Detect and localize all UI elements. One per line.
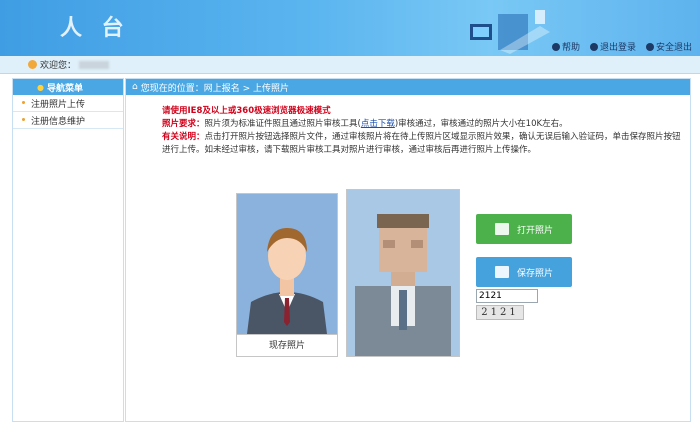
sidebar: ● 导航菜单 注册照片上传 注册信息维护 xyxy=(12,78,124,422)
breadcrumb-text: 您现在的位置：网上报名 > 上传照片 xyxy=(140,83,289,94)
safe-exit-link[interactable]: 安全退出 xyxy=(645,40,692,53)
sidebar-item-info-maintenance[interactable]: 注册信息维护 xyxy=(13,112,123,129)
folder-icon xyxy=(494,223,509,235)
existing-photo-caption: 现存照片 xyxy=(237,334,337,357)
help-link[interactable]: 帮助 xyxy=(551,40,580,53)
pixelated-portrait-icon xyxy=(347,190,459,356)
user-icon xyxy=(28,60,37,69)
notice-block: 请使用IE8及以上或360极速浏览器极速模式 照片要求：照片须为标准证件照且通过… xyxy=(162,105,682,157)
header-links: 帮助 退出登录 安全退出 xyxy=(551,40,692,53)
logout-link[interactable]: 退出登录 xyxy=(589,40,636,53)
welcome-bar: 欢迎您： xyxy=(0,56,700,74)
sidebar-item-label: 注册照片上传 xyxy=(31,99,86,110)
save-photo-label: 保存照片 xyxy=(516,268,553,279)
banner-illustration xyxy=(470,10,550,54)
requirements-label: 照片要求： xyxy=(162,119,205,129)
star-icon: ● xyxy=(37,82,44,92)
breadcrumb: ⌂ 您现在的位置：网上报名 > 上传照片 xyxy=(126,79,690,95)
help-icon xyxy=(551,42,560,51)
photo-requirements: 照片要求：照片须为标准证件照且通过照片审核工具(点击下载)审核通过，审核通过的照… xyxy=(162,118,682,131)
save-icon xyxy=(494,266,509,278)
sidebar-item-label: 注册信息维护 xyxy=(31,116,86,127)
open-photo-label: 打开照片 xyxy=(516,225,553,236)
browser-notice: 请使用IE8及以上或360极速浏览器极速模式 xyxy=(162,106,331,116)
existing-photo xyxy=(237,194,337,334)
instructions: 有关说明：点击打开照片按钮选择照片文件，通过审核照片将在待上传照片区域显示照片效… xyxy=(162,131,682,157)
instructions-label: 有关说明： xyxy=(162,132,205,142)
open-photo-button[interactable]: 打开照片 xyxy=(476,214,572,244)
sidebar-header-label: 导航菜单 xyxy=(46,83,83,94)
username-redacted xyxy=(79,60,110,69)
requirements-text-1: 照片须为标准证件照且通过照片审核工具( xyxy=(204,119,361,129)
logout-icon xyxy=(589,42,598,51)
welcome-label: 欢迎您： xyxy=(40,61,77,71)
site-title: 人 台 xyxy=(60,16,130,41)
save-photo-button[interactable]: 保存照片 xyxy=(476,257,572,287)
sidebar-item-photo-upload[interactable]: 注册照片上传 xyxy=(13,95,123,112)
header-banner: 人 台 帮助 退出登录 安全退出 xyxy=(0,0,700,56)
exit-icon xyxy=(645,42,654,51)
person-avatar-icon xyxy=(237,194,337,334)
existing-photo-frame: 现存照片 xyxy=(236,193,338,357)
instructions-text: 点击打开照片按钮选择照片文件，通过审核照片将在待上传照片区域显示照片效果，确认无… xyxy=(162,132,681,155)
upload-photo-frame xyxy=(346,189,460,357)
requirements-text-2: )审核通过，审核通过的照片大小在10K左右。 xyxy=(394,119,568,129)
home-icon: ⌂ xyxy=(132,82,138,92)
uploaded-photo-pixelated xyxy=(347,190,459,356)
captcha-input[interactable] xyxy=(476,289,538,303)
download-tool-link[interactable]: 点击下载 xyxy=(361,119,395,129)
sidebar-header: ● 导航菜单 xyxy=(13,79,123,95)
main-panel: ⌂ 您现在的位置：网上报名 > 上传照片 请使用IE8及以上或360极速浏览器极… xyxy=(125,78,691,422)
captcha-image[interactable]: 2121 xyxy=(476,305,524,320)
